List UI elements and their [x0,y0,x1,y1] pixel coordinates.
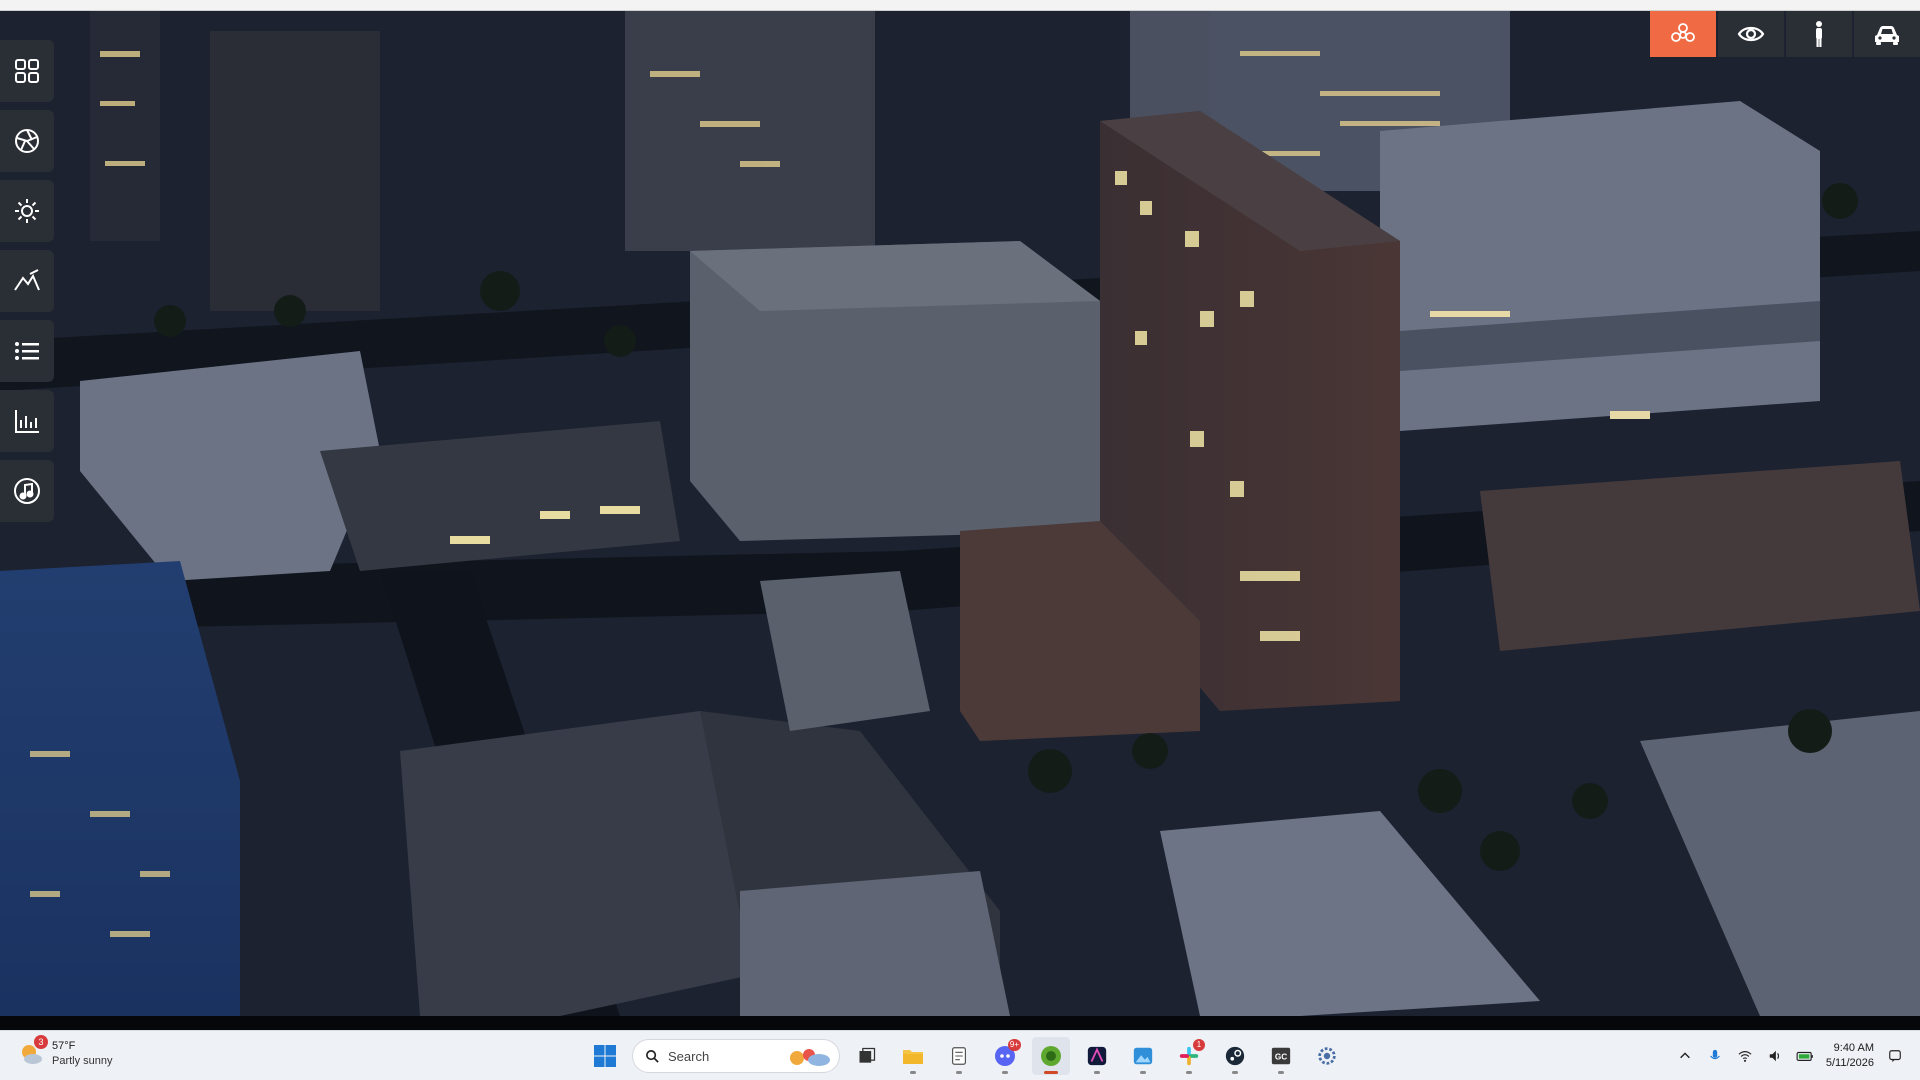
weather-badge: 3 [34,1035,48,1049]
taskbar-app-file-explorer[interactable] [894,1037,932,1075]
mode-drive-button[interactable] [1854,11,1920,57]
eye-icon [1737,26,1765,42]
start-button[interactable] [586,1037,624,1075]
viewport-bottom-bar [0,1016,1920,1030]
taskbar-app-city-builder[interactable] [1032,1037,1070,1075]
weather-condition: Partly sunny [52,1055,113,1067]
building [740,871,1010,1016]
list-button[interactable] [0,320,54,382]
clock-date: 5/11/2026 [1825,1057,1874,1069]
camera-mode-bar [1650,11,1920,57]
taskbar-app-photos[interactable] [1124,1037,1162,1075]
grid-icon [15,59,39,83]
mode-walk-button[interactable] [1786,11,1852,57]
chart-icon [15,410,39,433]
windows-icon [594,1045,616,1067]
weather-widget[interactable]: 3 57°F Partly sunny [18,1035,113,1069]
discord-badge: 9+ [1007,1039,1021,1051]
weather-icon: 3 [18,1035,48,1067]
building [760,571,930,731]
taskbar-app-gc[interactable]: GC [1262,1037,1300,1075]
notification-icon[interactable] [1886,1047,1904,1065]
taskbar-app-discord[interactable]: 9+ [986,1037,1024,1075]
svg-text:GC: GC [1275,1053,1287,1062]
gc-app-icon: GC [1271,1047,1291,1065]
taskbar-app-notepad[interactable] [940,1037,978,1075]
network-icon [1671,23,1695,42]
taskbar-app-task-view[interactable] [848,1037,886,1075]
folder-icon [903,1050,923,1064]
car-icon [1875,26,1899,45]
search-highlight-icon [790,1049,830,1066]
mode-overview-button[interactable] [1650,11,1716,57]
steam-icon [1225,1046,1245,1066]
slack-badge: 1 [1193,1039,1205,1051]
task-view-icon [859,1047,876,1063]
lighting-button[interactable] [0,180,54,242]
taskbar-app-settings[interactable] [1308,1037,1346,1075]
building [1380,101,1820,431]
city-3d-viewport[interactable] [0,11,1920,1016]
clock-time: 9:40 AM [1833,1042,1874,1054]
aperture-icon [15,129,39,153]
settings-gear-icon [1318,1047,1336,1065]
sun-icon [15,199,39,223]
terrain-icon [14,269,40,291]
list-icon [15,342,39,360]
affinity-icon [1087,1046,1107,1066]
taskbar: 3 57°F Partly sunny Search 9+ 1 GC 9:40 … [0,1030,1920,1080]
volume-icon[interactable] [1766,1047,1784,1065]
stats-button[interactable] [0,390,54,452]
city-builder-icon [1041,1046,1061,1066]
chevron-up-icon[interactable] [1676,1047,1694,1065]
terrain-button[interactable] [0,250,54,312]
taskbar-app-affinity[interactable] [1078,1037,1116,1075]
photos-icon [1133,1047,1153,1065]
camera-button[interactable] [0,110,54,172]
music-button[interactable] [0,460,54,522]
search-label: Search [668,1048,710,1064]
mode-view-button[interactable] [1718,11,1784,57]
system-tray: 9:40 AM 5/11/2026 [1676,1037,1904,1075]
music-icon [14,478,40,504]
battery-icon[interactable] [1796,1047,1814,1065]
city-scene [0,11,1920,1016]
person-icon [1816,21,1822,47]
taskbar-clock[interactable]: 9:40 AM 5/11/2026 [1826,1041,1874,1071]
window-title-strip [0,0,1920,11]
taskbar-search[interactable]: Search [632,1039,840,1073]
weather-temperature: 57°F [52,1040,76,1052]
taskbar-app-slack[interactable]: 1 [1170,1037,1208,1075]
microphone-icon[interactable] [1706,1047,1724,1065]
search-icon [646,1049,659,1063]
wifi-icon[interactable] [1736,1047,1754,1065]
taskbar-app-steam[interactable] [1216,1037,1254,1075]
tool-rail [0,40,54,530]
notepad-icon [951,1047,967,1065]
taskbar-center: Search 9+ 1 GC [586,1037,1346,1075]
grid-button[interactable] [0,40,54,102]
